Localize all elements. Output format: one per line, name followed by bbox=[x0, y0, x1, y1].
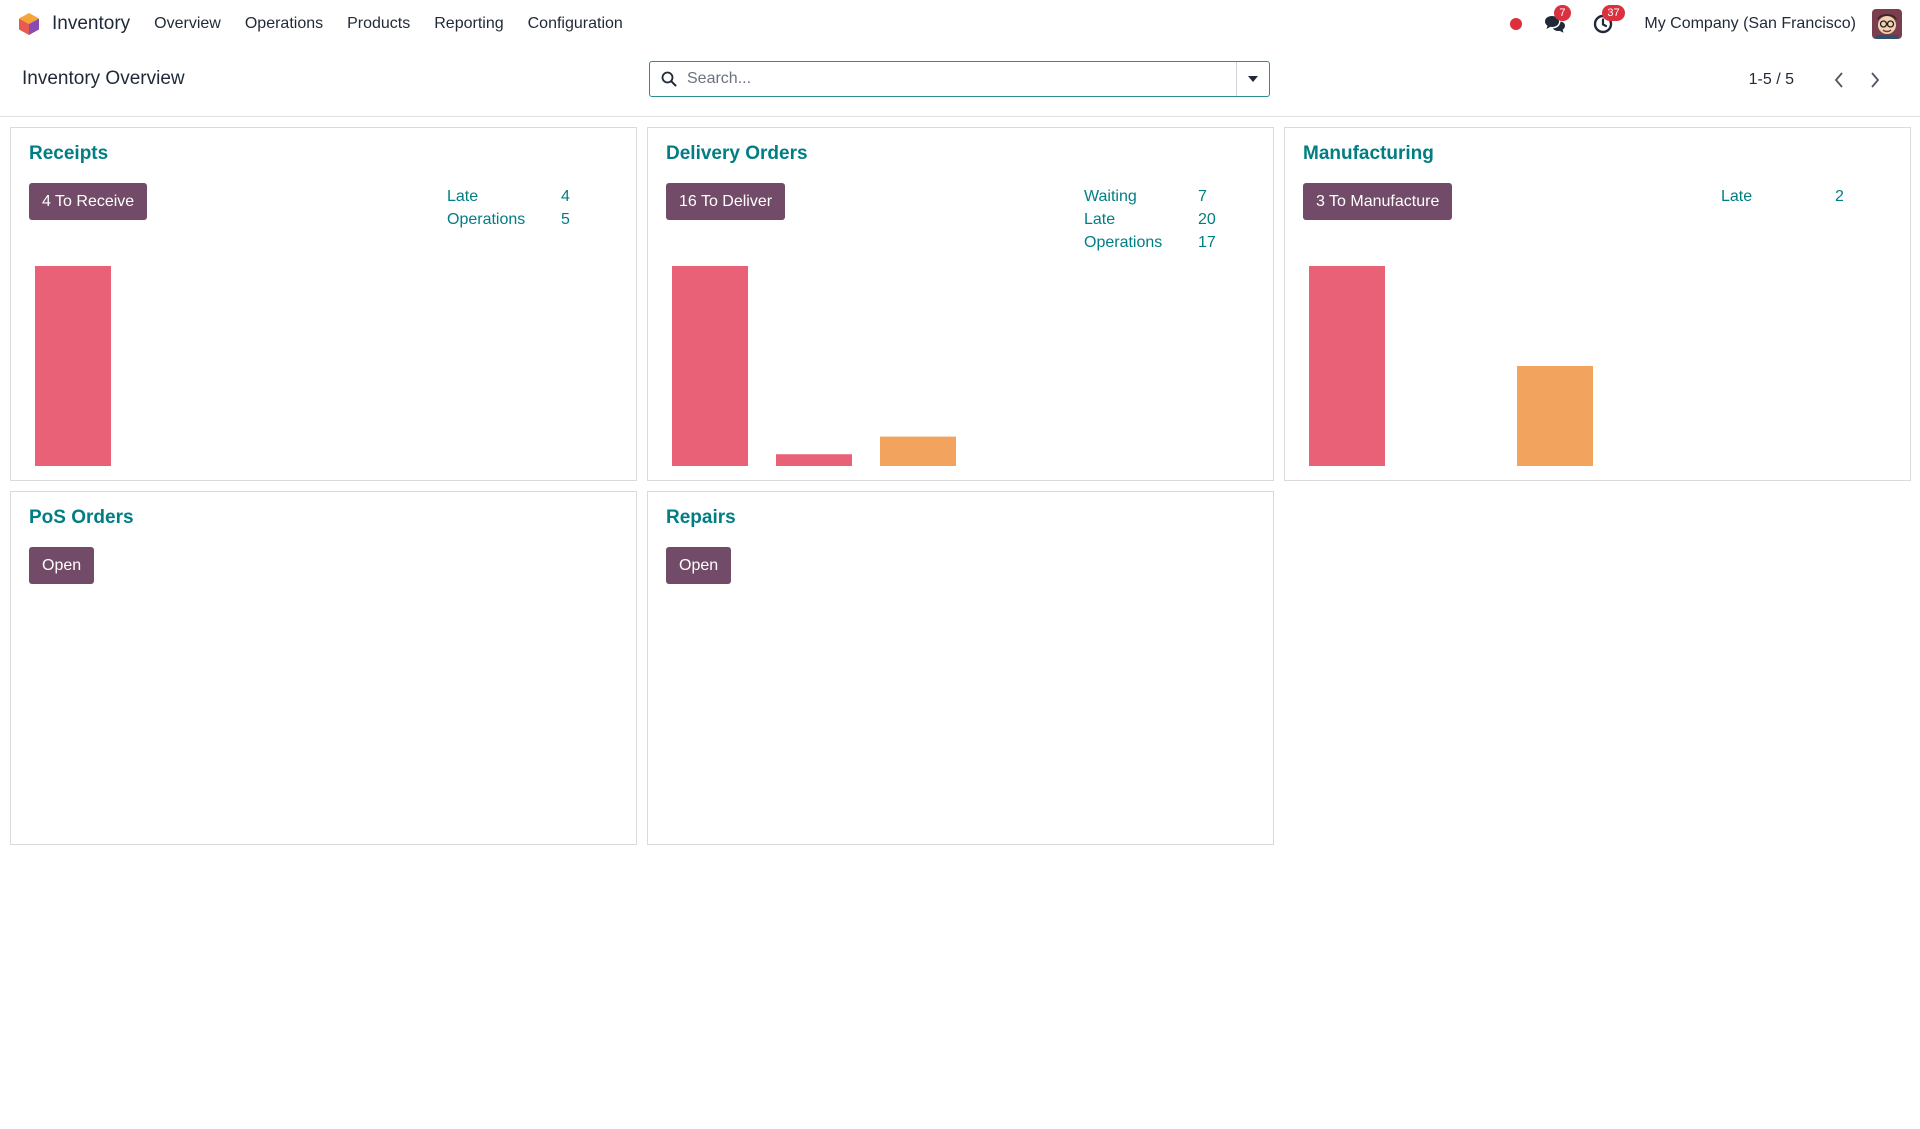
stat-label: Late bbox=[447, 187, 479, 205]
card-stats: Late 4 Operations 5 bbox=[447, 185, 570, 231]
card-delivery-orders: Delivery Orders 16 To Deliver Waiting 7 … bbox=[647, 127, 1274, 481]
graph-bar[interactable] bbox=[1309, 266, 1385, 466]
company-switcher[interactable]: My Company (San Francisco) bbox=[1644, 15, 1856, 33]
search-bar bbox=[649, 61, 1270, 97]
main-menu: Overview Operations Products Reporting C… bbox=[142, 15, 635, 33]
inventory-logo-icon bbox=[19, 13, 39, 35]
graph-bar[interactable] bbox=[880, 436, 956, 466]
systray: 7 37 My Company (San Francisco) bbox=[1510, 0, 1920, 48]
card-receipts: Receipts 4 To Receive Late 4 Operations … bbox=[10, 127, 637, 481]
card-title[interactable]: Manufacturing bbox=[1303, 143, 1434, 165]
card-manufacturing: Manufacturing 3 To Manufacture Late 2 bbox=[1284, 127, 1911, 481]
activities-badge: 37 bbox=[1602, 5, 1625, 21]
stat-label: Waiting bbox=[1084, 187, 1137, 205]
messages-button[interactable]: 7 bbox=[1542, 5, 1571, 36]
card-stats: Late 2 bbox=[1721, 185, 1844, 208]
manufacturing-graph bbox=[1309, 266, 1593, 466]
app-brand[interactable]: Inventory bbox=[18, 12, 142, 36]
card-title[interactable]: Receipts bbox=[29, 143, 108, 165]
menu-operations[interactable]: Operations bbox=[233, 15, 335, 33]
card-title[interactable]: Delivery Orders bbox=[666, 143, 808, 165]
to-deliver-button[interactable]: 16 To Deliver bbox=[666, 183, 786, 220]
chevron-right-icon bbox=[1871, 72, 1880, 88]
app-name: Inventory bbox=[52, 13, 131, 34]
recording-dot-icon[interactable] bbox=[1510, 18, 1523, 30]
to-manufacture-button[interactable]: 3 To Manufacture bbox=[1303, 183, 1453, 220]
stat-label: Late bbox=[1721, 187, 1753, 205]
graph-bar[interactable] bbox=[35, 266, 111, 466]
activities-button[interactable]: 37 bbox=[1590, 5, 1625, 36]
stat-row-late[interactable]: Late 2 bbox=[1721, 185, 1844, 208]
search-input[interactable] bbox=[685, 63, 1236, 95]
delivery-orders-graph bbox=[672, 266, 956, 466]
user-avatar[interactable] bbox=[1872, 9, 1902, 39]
stat-value: 2 bbox=[1835, 187, 1844, 205]
control-panel: Inventory Overview 1-5 / 5 bbox=[0, 48, 1920, 117]
menu-overview[interactable]: Overview bbox=[142, 15, 233, 33]
card-title[interactable]: Repairs bbox=[666, 507, 736, 529]
messages-badge: 7 bbox=[1554, 5, 1571, 21]
pager-next-button[interactable] bbox=[1864, 69, 1886, 91]
stat-value: 20 bbox=[1198, 210, 1216, 228]
graph-bar[interactable] bbox=[1517, 366, 1593, 466]
menu-reporting[interactable]: Reporting bbox=[422, 15, 515, 33]
search-icon bbox=[661, 71, 677, 87]
caret-down-icon bbox=[1248, 76, 1258, 82]
page-title: Inventory Overview bbox=[22, 68, 185, 89]
repairs-open-button[interactable]: Open bbox=[666, 547, 732, 584]
top-navbar: Inventory Overview Operations Products R… bbox=[0, 0, 1920, 48]
chevron-left-icon bbox=[1834, 72, 1843, 88]
card-pos-orders: PoS Orders Open bbox=[10, 491, 637, 845]
pager-value[interactable]: 1-5 / 5 bbox=[1749, 71, 1794, 89]
stat-value: 4 bbox=[561, 187, 570, 205]
stat-value: 5 bbox=[561, 210, 570, 228]
card-title[interactable]: PoS Orders bbox=[29, 507, 134, 529]
card-repairs: Repairs Open bbox=[647, 491, 1274, 845]
stat-label: Operations bbox=[447, 210, 526, 228]
receipts-graph bbox=[35, 266, 111, 466]
graph-bar[interactable] bbox=[776, 454, 852, 466]
search-options-toggle[interactable] bbox=[1236, 62, 1269, 96]
menu-configuration[interactable]: Configuration bbox=[516, 15, 635, 33]
pager-previous-button[interactable] bbox=[1828, 69, 1850, 91]
pager: 1-5 / 5 bbox=[1749, 69, 1886, 91]
graph-bar[interactable] bbox=[672, 266, 748, 466]
stat-row-late[interactable]: Late 4 bbox=[447, 185, 570, 208]
stat-value: 7 bbox=[1198, 187, 1207, 205]
pos-open-button[interactable]: Open bbox=[29, 547, 95, 584]
stat-row-waiting[interactable]: Waiting 7 bbox=[1084, 185, 1216, 208]
stat-label: Late bbox=[1084, 210, 1116, 228]
to-receive-button[interactable]: 4 To Receive bbox=[29, 183, 148, 220]
user-avatar-icon bbox=[1872, 9, 1902, 39]
menu-products[interactable]: Products bbox=[335, 15, 422, 33]
